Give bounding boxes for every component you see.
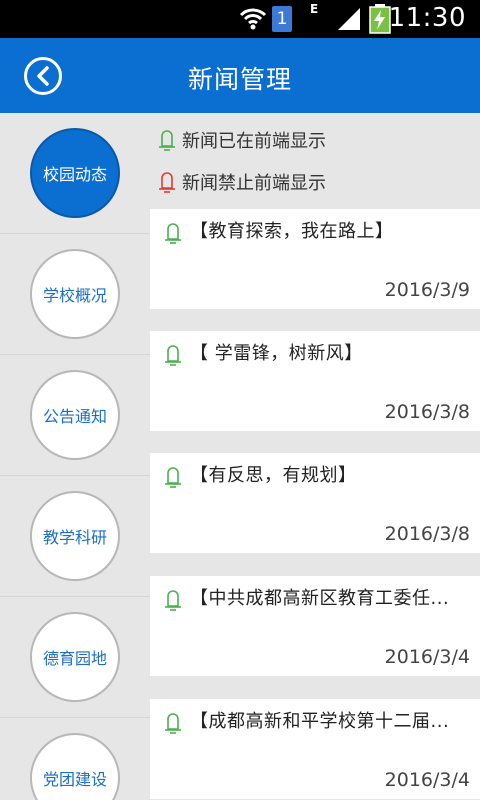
- news-item[interactable]: 【教育探索，我在路上】 2016/3/9: [150, 209, 480, 309]
- network-type-label: E: [310, 2, 319, 16]
- sim-icon: 1: [272, 6, 292, 32]
- sidebar-item-school-overview[interactable]: 学校概况: [0, 234, 150, 355]
- sidebar-item-party-building[interactable]: 党团建设: [0, 718, 150, 800]
- status-legend: 新闻已在前端显示 新闻禁止前端显示: [150, 113, 480, 209]
- legend-hidden-label: 新闻禁止前端显示: [182, 173, 326, 194]
- sidebar-item-moral-education[interactable]: 德育园地: [0, 597, 150, 718]
- bell-green-icon: [159, 130, 175, 151]
- bell-red-icon: [159, 172, 175, 193]
- news-title: 【成都高新和平学校第十二届...: [190, 711, 450, 732]
- sidebar-item-teaching-research[interactable]: 教学科研: [0, 476, 150, 597]
- news-item[interactable]: 【成都高新和平学校第十二届... 2016/3/4: [150, 699, 480, 799]
- news-title: 【中共成都高新区教育工委任...: [190, 588, 450, 609]
- news-date: 2016/3/4: [384, 769, 470, 791]
- news-item[interactable]: 【有反思，有规划】 2016/3/8: [150, 453, 480, 553]
- sidebar-item-label[interactable]: 公告通知: [30, 370, 120, 460]
- wifi-icon: [239, 8, 267, 30]
- sidebar-item-label[interactable]: 德育园地: [30, 612, 120, 702]
- sidebar-item-label[interactable]: 学校概况: [30, 249, 120, 339]
- bell-green-icon: [165, 713, 181, 734]
- news-date: 2016/3/8: [384, 401, 470, 423]
- news-date: 2016/3/8: [384, 523, 470, 545]
- category-sidebar: 校园动态 学校概况 公告通知 教学科研 德育园地 党团建设: [0, 113, 150, 800]
- bell-green-icon: [165, 590, 181, 611]
- news-title: 【有反思，有规划】: [190, 465, 357, 486]
- bell-green-icon: [165, 345, 181, 366]
- news-item[interactable]: 【中共成都高新区教育工委任... 2016/3/4: [150, 576, 480, 676]
- legend-shown-label: 新闻已在前端显示: [182, 131, 326, 152]
- status-bar: 1 E 11:30: [0, 0, 480, 38]
- news-date: 2016/3/9: [384, 279, 470, 301]
- bell-green-icon: [165, 467, 181, 488]
- sidebar-item-label[interactable]: 党团建设: [30, 733, 120, 800]
- sidebar-item-campus-news[interactable]: 校园动态: [0, 113, 150, 234]
- legend-shown: 新闻已在前端显示: [158, 126, 326, 154]
- news-date: 2016/3/4: [384, 646, 470, 668]
- bell-green-icon: [165, 223, 181, 244]
- news-title: 【教育探索，我在路上】: [190, 221, 394, 242]
- sidebar-item-label[interactable]: 校园动态: [30, 128, 120, 218]
- legend-hidden: 新闻禁止前端显示: [158, 168, 326, 196]
- sidebar-item-label[interactable]: 教学科研: [30, 491, 120, 581]
- news-item[interactable]: 【 学雷锋，树新风】 2016/3/8: [150, 331, 480, 431]
- page-title: 新闻管理: [187, 65, 292, 94]
- app-header: 新闻管理: [0, 38, 480, 113]
- signal-icon: [338, 8, 360, 30]
- sidebar-item-announcements[interactable]: 公告通知: [0, 355, 150, 476]
- clock: 11:30: [388, 3, 466, 33]
- news-title: 【 学雷锋，树新风】: [190, 343, 363, 364]
